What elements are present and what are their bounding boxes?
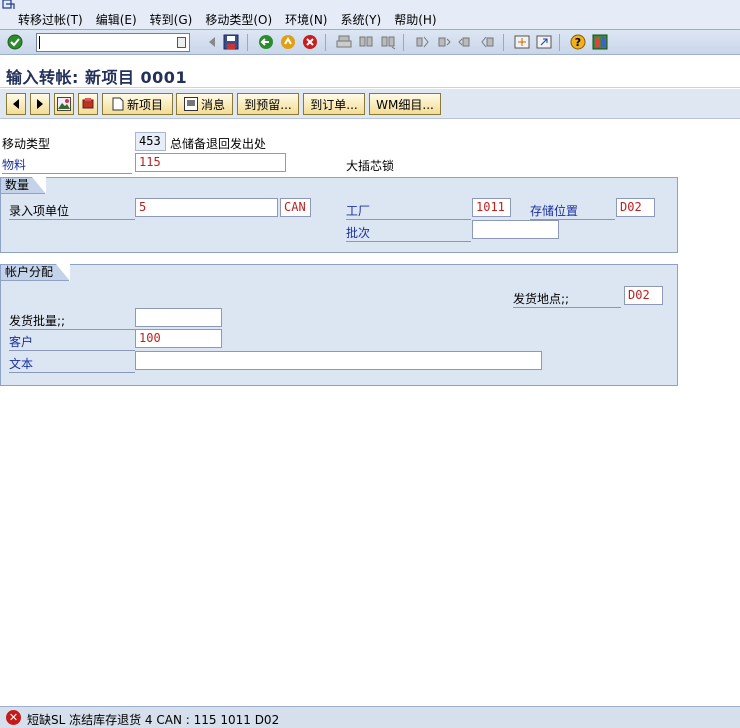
entry-unit-label: 录入项单位 [9, 202, 135, 220]
wm-details-button[interactable]: WM细目... [369, 93, 441, 115]
menu-item-4[interactable]: 环境(N) [285, 11, 327, 28]
new-session-icon[interactable] [513, 33, 531, 51]
landscape-icon [57, 97, 71, 111]
movement-type-label: 移动类型 [2, 137, 51, 151]
issue-location-input[interactable]: D02 [624, 286, 663, 305]
back-icon[interactable] [257, 33, 275, 51]
command-history-icon[interactable] [177, 37, 186, 48]
next-page-icon[interactable] [457, 33, 475, 51]
hold-button[interactable] [78, 93, 98, 115]
account-assignment-group: 帐户分配 发货地点;; D02 发货批量;; 客户 100 文本 [0, 264, 678, 386]
first-page-icon[interactable] [413, 33, 431, 51]
help-icon[interactable]: ? [569, 33, 587, 51]
batch-input[interactable] [472, 220, 559, 239]
unit-input[interactable]: CAN [280, 198, 311, 217]
menu-corner-icon[interactable] [2, 0, 16, 10]
exit-icon[interactable] [279, 33, 297, 51]
material-label: 物料 [2, 156, 132, 174]
message-label: 消息 [200, 97, 225, 112]
to-order-label: 到订单... [310, 97, 358, 112]
page-title: 输入转帐: 新项目 0001 [6, 68, 188, 87]
new-item-label: 新项目 [126, 97, 163, 112]
standard-toolbar: ? [0, 30, 740, 55]
plant-label: 工厂 [346, 202, 471, 220]
to-reservation-label: 到预留... [244, 97, 292, 112]
menu-items: 转移过帐(T) 编辑(E) 转到(G) 移动类型(O) 环境(N) 系统(Y) 帮助(H) [18, 11, 450, 28]
arrow-right-icon [37, 99, 43, 109]
menu-item-0[interactable]: 转移过帐(T) [18, 11, 83, 28]
issue-batch-label: 发货批量;; [9, 312, 135, 330]
work-area: 移动类型 453 总储备退回发出处 物料 115 大插芯锁 数量 录入项单位 5… [0, 120, 740, 706]
to-order-button[interactable]: 到订单... [303, 93, 365, 115]
screen-title-bar: 输入转帐: 新项目 0001 [0, 56, 740, 88]
text-label: 文本 [9, 355, 135, 373]
enter-check-icon[interactable] [6, 33, 24, 51]
movement-type-field: 453 [135, 132, 166, 151]
error-icon[interactable]: ✕ [6, 710, 21, 725]
menu-item-6[interactable]: 帮助(H) [394, 11, 436, 28]
issue-location-label: 发货地点;; [513, 290, 621, 308]
next-item-button[interactable] [30, 93, 50, 115]
last-page-icon[interactable] [479, 33, 497, 51]
customer-input[interactable]: 100 [135, 329, 222, 348]
material-description: 大插芯锁 [346, 159, 395, 173]
menu-item-1[interactable]: 编辑(E) [96, 11, 137, 28]
save-icon[interactable] [222, 33, 240, 51]
svg-text:?: ? [575, 36, 581, 49]
storage-location-label: 存储位置 [530, 202, 615, 220]
quantity-input[interactable]: 5 [135, 198, 278, 217]
application-toolbar: 新项目 消息 到预留... 到订单... WM细目... [0, 89, 740, 119]
shortcut-icon[interactable] [535, 33, 553, 51]
status-bar: ✕ 短缺SL 冻结库存退货 4 CAN : 115 1011 D02 [0, 706, 740, 728]
cancel-icon[interactable] [301, 33, 319, 51]
previous-page-icon[interactable] [435, 33, 453, 51]
issue-batch-input[interactable] [135, 308, 222, 327]
arrow-left-icon [13, 99, 19, 109]
material-input[interactable]: 115 [135, 153, 286, 172]
wm-details-label: WM细目... [376, 97, 434, 112]
document-icon [112, 97, 124, 111]
to-reservation-button[interactable]: 到预留... [237, 93, 299, 115]
stamp-icon [82, 98, 94, 109]
find-icon[interactable] [357, 33, 375, 51]
status-message[interactable]: 短缺SL 冻结库存退货 4 CAN : 115 1011 D02 [27, 711, 279, 728]
movement-type-text: 总储备退回发出处 [170, 137, 267, 151]
plant-input[interactable]: 1011 [472, 198, 511, 217]
menu-bar: 转移过帐(T) 编辑(E) 转到(G) 移动类型(O) 环境(N) 系统(Y) 帮助(H) [0, 0, 740, 30]
command-field[interactable] [36, 33, 190, 52]
text-input[interactable] [135, 351, 542, 370]
new-item-button[interactable]: 新项目 [102, 93, 173, 115]
menu-item-5[interactable]: 系统(Y) [340, 11, 381, 28]
message-icon [183, 97, 198, 111]
menu-item-3[interactable]: 移动类型(O) [205, 11, 272, 28]
previous-item-button[interactable] [6, 93, 26, 115]
storage-location-input[interactable]: D02 [616, 198, 655, 217]
message-button[interactable]: 消息 [176, 93, 233, 115]
quantity-group-title: 数量 [0, 177, 47, 194]
quantity-group: 数量 录入项单位 5 CAN 工厂 1011 存储位置 D02 批次 [0, 177, 678, 253]
overview-button[interactable] [54, 93, 74, 115]
back-arrow-small-icon[interactable] [203, 33, 221, 51]
batch-label: 批次 [346, 224, 471, 242]
customer-label: 客户 [9, 333, 135, 351]
print-icon[interactable] [335, 33, 353, 51]
find-next-icon[interactable] [379, 33, 397, 51]
menu-item-2[interactable]: 转到(G) [150, 11, 193, 28]
account-assignment-group-title: 帐户分配 [0, 264, 71, 281]
layout-settings-icon[interactable] [591, 33, 609, 51]
